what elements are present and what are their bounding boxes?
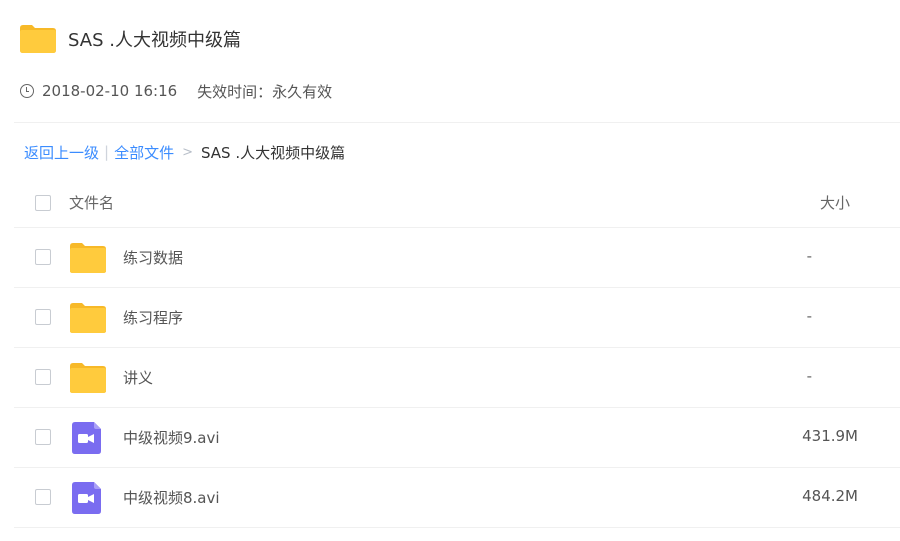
share-meta: 2018-02-10 16:16 失效时间：永久有效 xyxy=(20,78,332,104)
row-checkbox[interactable] xyxy=(35,429,51,445)
file-row[interactable]: 中级视频8.avi 484.2M xyxy=(14,468,900,528)
back-link[interactable]: 返回上一级 xyxy=(24,142,99,163)
folder-icon xyxy=(20,25,56,53)
file-size: - xyxy=(806,307,812,325)
select-all-checkbox[interactable] xyxy=(35,195,51,211)
column-header-size[interactable]: 大小 xyxy=(820,192,850,213)
file-name[interactable]: 练习程序 xyxy=(123,307,183,328)
row-checkbox[interactable] xyxy=(35,369,51,385)
breadcrumb: 返回上一级 | 全部文件 > SAS .人大视频中级篇 xyxy=(24,140,345,164)
share-timestamp: 2018-02-10 16:16 xyxy=(42,82,178,100)
file-size: - xyxy=(806,367,812,385)
file-name[interactable]: 练习数据 xyxy=(123,247,183,268)
folder-icon xyxy=(70,302,106,334)
all-files-link[interactable]: 全部文件 xyxy=(114,142,174,163)
share-header: SAS .人大视频中级篇 xyxy=(20,22,241,56)
file-row[interactable]: 练习程序 - xyxy=(14,288,900,348)
file-size: 484.2M xyxy=(802,487,858,505)
file-name[interactable]: 中级视频8.avi xyxy=(123,487,220,508)
divider xyxy=(14,122,900,123)
breadcrumb-arrow: > xyxy=(182,144,193,160)
column-header-name[interactable]: 文件名 xyxy=(69,192,114,213)
file-list-header: 文件名 大小 xyxy=(14,178,900,228)
file-size: 431.9M xyxy=(802,427,858,445)
video-file-icon xyxy=(70,422,106,454)
file-size: - xyxy=(806,247,812,265)
file-row[interactable]: 练习数据 - xyxy=(14,228,900,288)
file-row[interactable]: 中级视频9.avi 431.9M xyxy=(14,408,900,468)
expiry-text: 失效时间：永久有效 xyxy=(197,82,333,101)
file-name[interactable]: 中级视频9.avi xyxy=(123,427,220,448)
breadcrumb-separator: | xyxy=(104,143,110,161)
row-checkbox[interactable] xyxy=(35,249,51,265)
folder-icon xyxy=(70,362,106,394)
breadcrumb-current: SAS .人大视频中级篇 xyxy=(201,143,346,162)
row-checkbox[interactable] xyxy=(35,489,51,505)
file-name[interactable]: 讲义 xyxy=(123,367,153,388)
clock-icon xyxy=(20,84,34,98)
page-title: SAS .人大视频中级篇 xyxy=(68,30,241,51)
row-checkbox[interactable] xyxy=(35,309,51,325)
video-file-icon xyxy=(70,482,106,514)
file-row[interactable]: 讲义 - xyxy=(14,348,900,408)
folder-icon xyxy=(70,242,106,274)
